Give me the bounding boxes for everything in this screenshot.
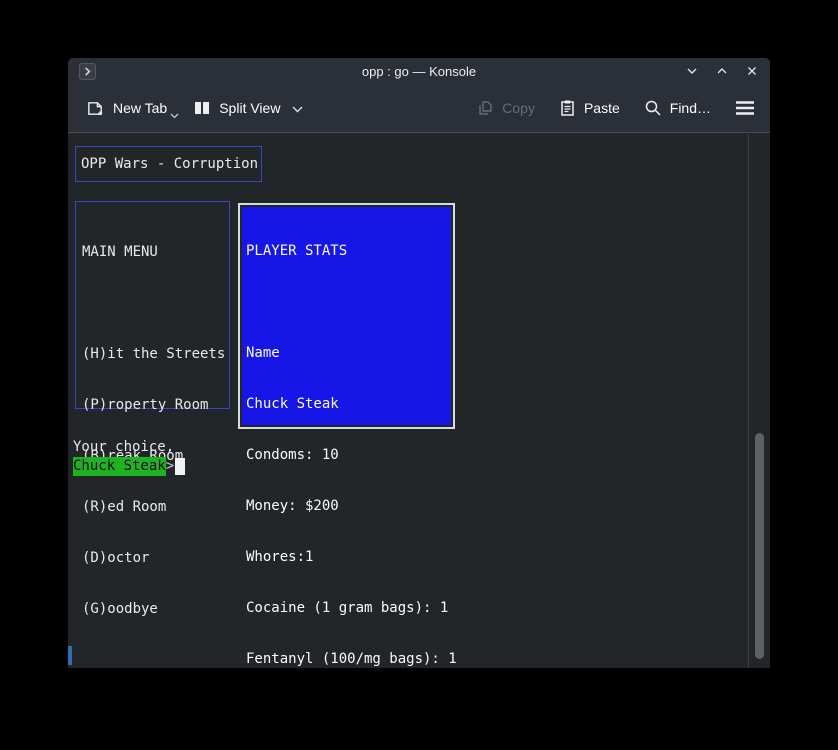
minimize-icon[interactable] [684, 63, 700, 79]
player-name-highlight: Chuck Steak [73, 457, 166, 476]
terminal-view[interactable]: OPP Wars - Corruption MAIN MENU (H)it th… [68, 134, 770, 668]
game-banner-text: OPP Wars - Corruption [81, 156, 258, 172]
chevron-down-icon[interactable] [170, 106, 179, 122]
konsole-app-icon [79, 63, 96, 80]
maximize-icon[interactable] [714, 63, 730, 79]
split-view-label: Split View [219, 100, 280, 116]
paste-button[interactable]: Paste [559, 99, 620, 117]
spacer [246, 293, 451, 312]
hamburger-menu-button[interactable] [735, 100, 755, 116]
paste-label: Paste [584, 100, 620, 116]
menu-item: (H)it the Streets [82, 345, 229, 364]
spacer [82, 294, 229, 313]
find-label: Find… [670, 100, 711, 116]
paste-icon [559, 99, 576, 117]
prompt-input-line[interactable]: Chuck Steak> [73, 457, 185, 476]
scrollbar-thumb[interactable] [755, 433, 764, 659]
scrollbar[interactable] [748, 134, 770, 668]
menu-item: (D)octor [82, 549, 229, 568]
stats-line: Money: $200 [246, 497, 451, 516]
stats-line: Chuck Steak [246, 395, 451, 414]
copy-button[interactable]: Copy [476, 99, 535, 117]
menu-item: (R)ed Room [82, 498, 229, 517]
toolbar: New Tab Split View [68, 84, 770, 133]
hamburger-menu-icon [735, 100, 755, 116]
menu-item: (G)oodbye [82, 600, 229, 619]
player-stats-box: PLAYER STATS Name Chuck Steak Condoms: 1… [238, 203, 455, 429]
player-stats-title: PLAYER STATS [246, 242, 451, 261]
stats-line: Name [246, 344, 451, 363]
new-tab-label: New Tab [113, 100, 167, 116]
prompt-char: > [166, 457, 174, 476]
scroll-activity-marker [68, 646, 72, 665]
new-tab-icon [86, 99, 105, 118]
stats-line: Condoms: 10 [246, 446, 451, 465]
copy-icon [476, 99, 494, 117]
stats-line: Cocaine (1 gram bags): 1 [246, 599, 451, 618]
konsole-window: opp : go — Konsole [68, 58, 770, 668]
stats-line: Fentanyl (100/mg bags): 1 [246, 650, 451, 668]
search-icon [644, 99, 662, 117]
new-tab-button[interactable]: New Tab [86, 99, 167, 118]
close-icon[interactable] [744, 63, 760, 79]
split-view-icon [193, 99, 211, 117]
chevron-down-icon[interactable] [292, 100, 303, 116]
main-menu-title: MAIN MENU [82, 243, 229, 262]
split-view-button[interactable]: Split View [193, 99, 303, 117]
copy-label: Copy [502, 100, 535, 116]
prompt-text: Your choice, [73, 438, 174, 457]
game-banner-box: OPP Wars - Corruption [75, 146, 262, 182]
menu-item: (P)roperty Room [82, 396, 229, 415]
stats-line: Whores:1 [246, 548, 451, 567]
find-button[interactable]: Find… [644, 99, 711, 117]
main-menu-box: MAIN MENU (H)it the Streets (P)roperty R… [75, 201, 230, 409]
titlebar[interactable]: opp : go — Konsole [68, 58, 770, 84]
window-title: opp : go — Konsole [68, 64, 770, 79]
player-stats-fill: PLAYER STATS Name Chuck Steak Condoms: 1… [242, 207, 451, 425]
terminal-cursor [175, 458, 185, 475]
